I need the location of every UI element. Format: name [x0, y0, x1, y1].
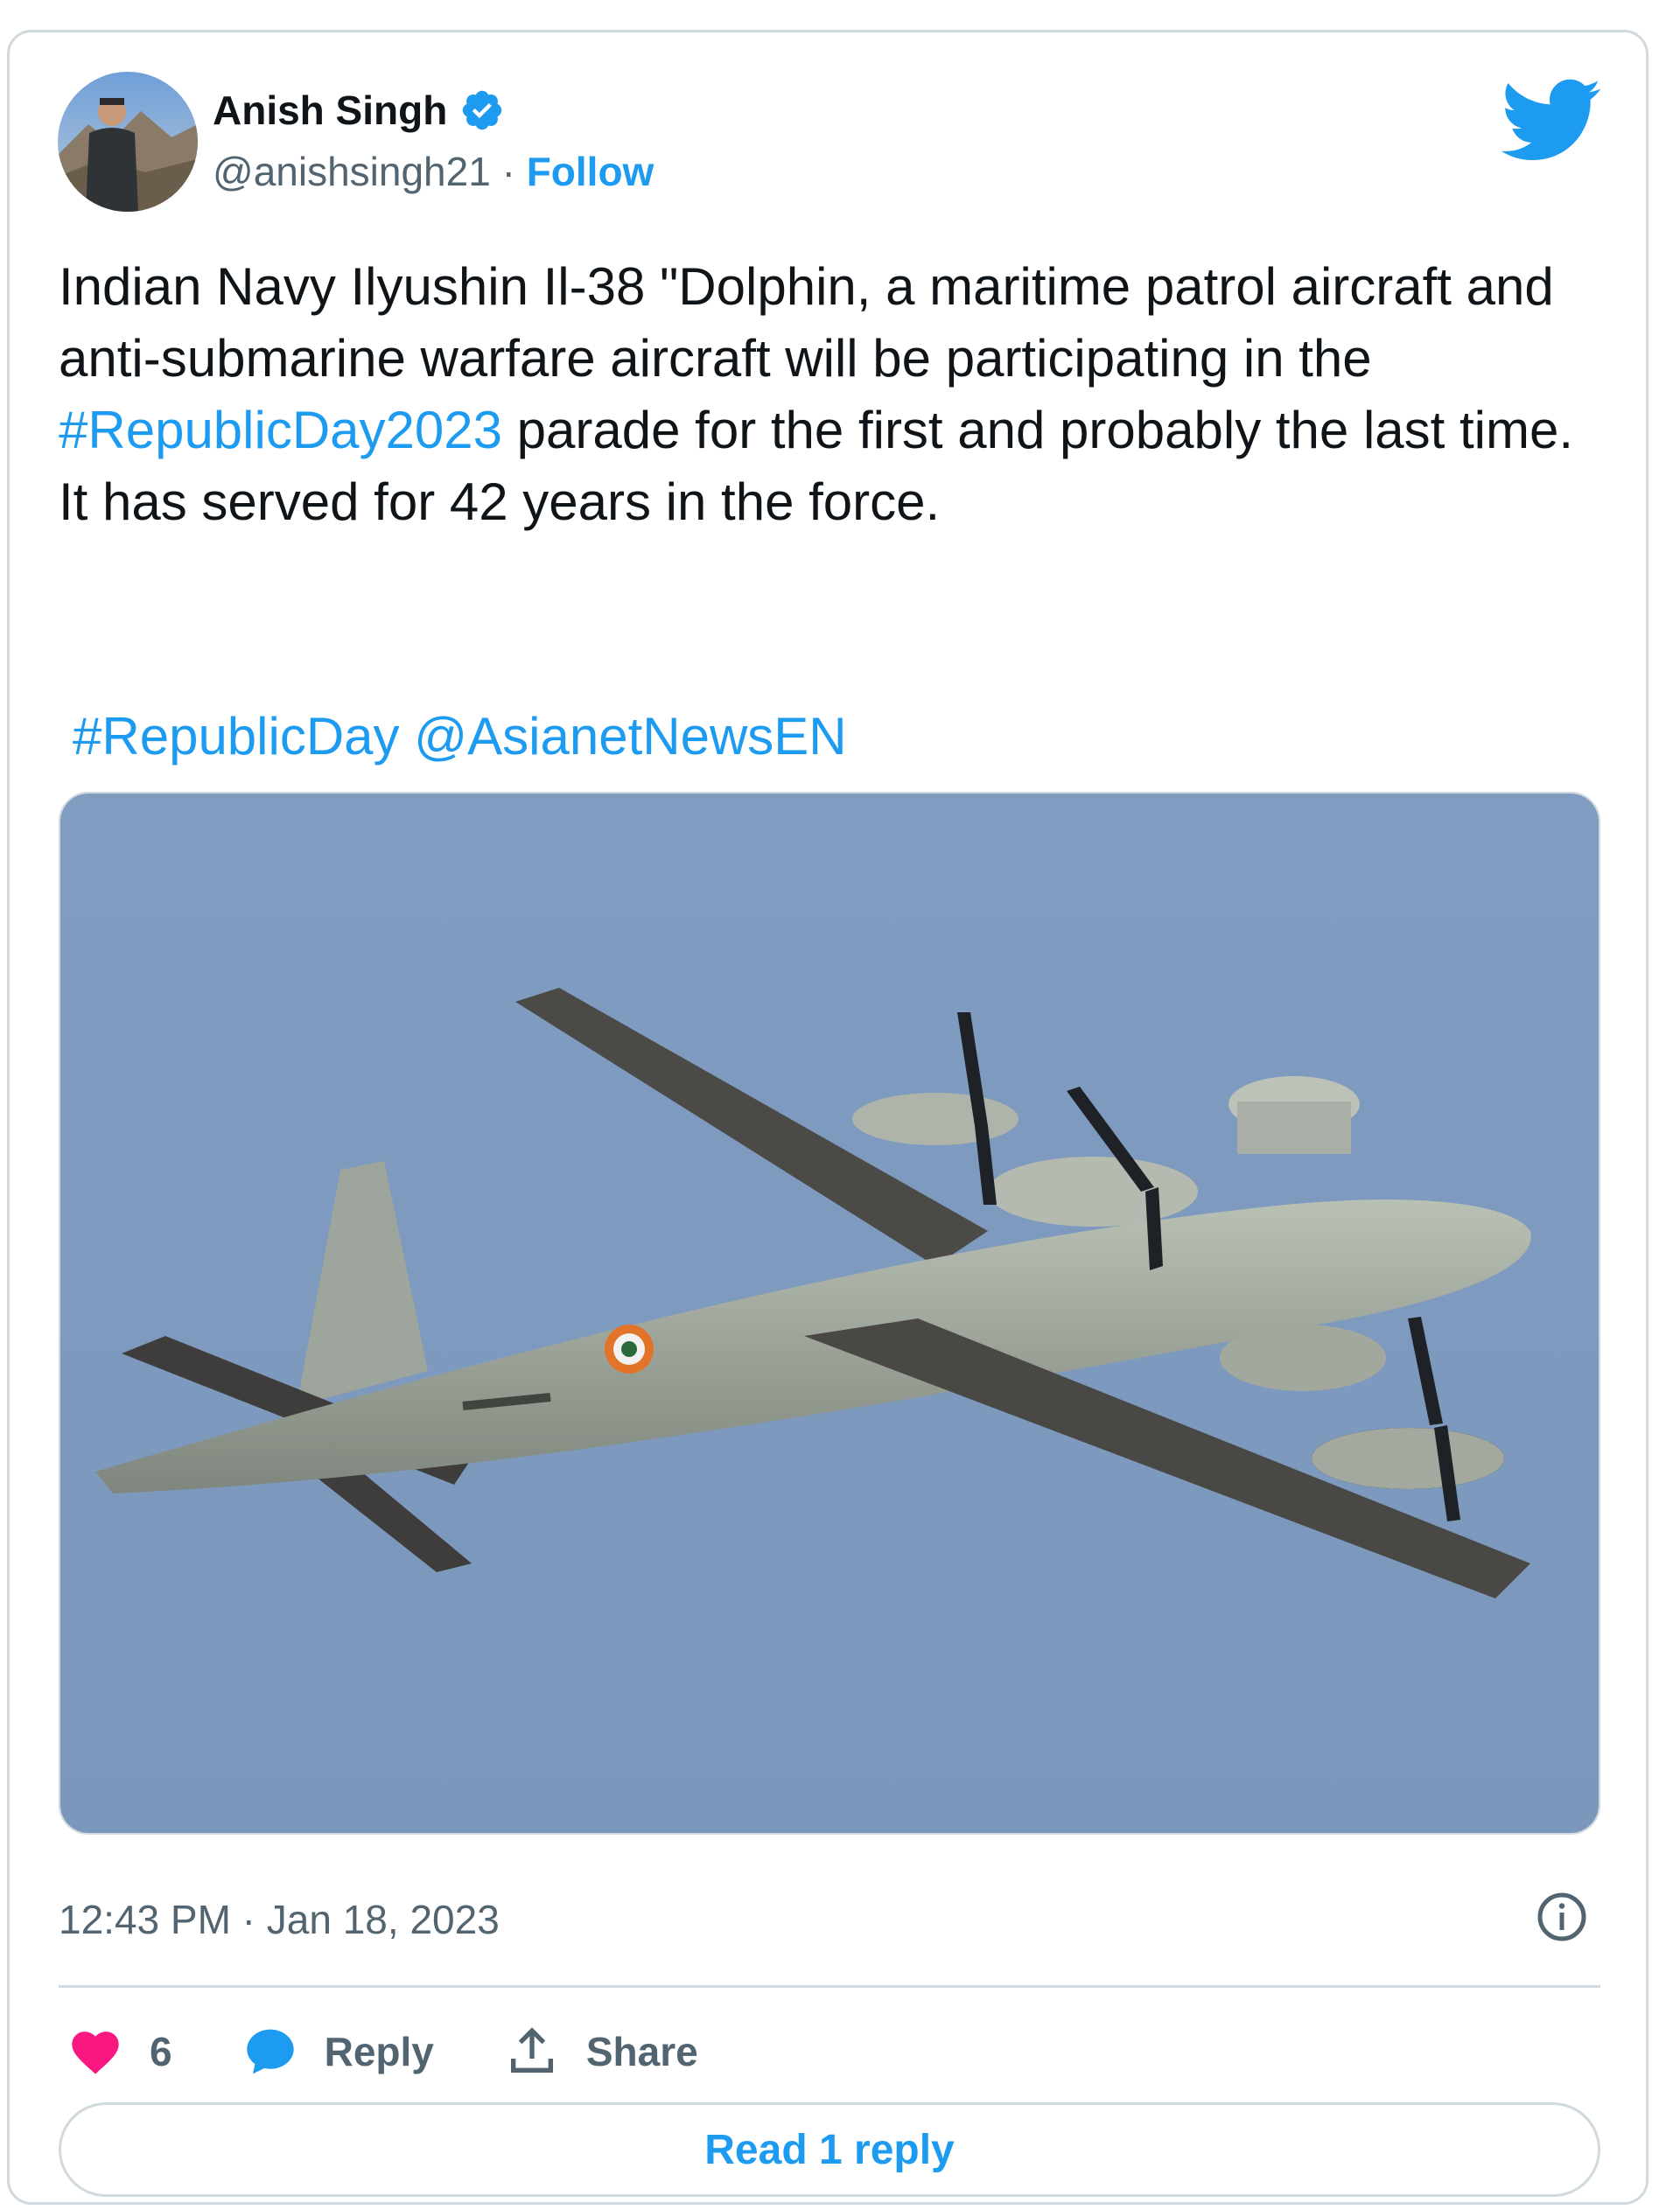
author-name[interactable]: Anish Singh — [213, 87, 447, 134]
tweet-tags: #RepublicDay @AsianetNewsEN — [73, 706, 847, 766]
reply-label: Reply — [324, 2029, 434, 2074]
share-upload-icon — [510, 2027, 553, 2073]
reply-button[interactable]: Reply — [242, 2024, 434, 2080]
avatar[interactable] — [58, 72, 198, 212]
like-button[interactable]: 6 — [67, 2024, 172, 2080]
heart-icon — [72, 2032, 119, 2074]
twitter-bird-icon[interactable] — [1497, 76, 1602, 164]
share-label: Share — [585, 2029, 698, 2074]
tweet-text-part1: Indian Navy Ilyushin Il-38 "Dolphin, a m… — [59, 257, 1554, 388]
follow-link[interactable]: Follow — [527, 149, 654, 194]
verified-badge-icon — [463, 90, 502, 130]
tweet-media-image[interactable] — [59, 792, 1600, 1835]
info-icon[interactable] — [1536, 1891, 1588, 1943]
avatar-image — [58, 72, 198, 212]
author-name-row: Anish Singh — [213, 87, 505, 134]
read-replies-button[interactable]: Read 1 reply — [59, 2102, 1600, 2197]
handle-row: @anishsingh21 · Follow — [213, 148, 654, 195]
mention-link[interactable]: @AsianetNewsEN — [414, 707, 846, 766]
tweet-text: Indian Navy Ilyushin Il-38 "Dolphin, a m… — [59, 251, 1616, 538]
separator-dot: · — [501, 149, 515, 194]
hashtag-republicday-link[interactable]: #RepublicDay — [73, 707, 400, 766]
action-bar: 6 Reply Share — [67, 2017, 768, 2087]
aircraft-photo — [60, 794, 1599, 1833]
tweet-card: Anish Singh @anishsingh21 · Follow India… — [7, 30, 1648, 2205]
speech-bubble-icon — [246, 2029, 294, 2074]
hashtag-link[interactable]: #RepublicDay2023 — [59, 401, 502, 459]
read-replies-label: Read 1 reply — [704, 2126, 955, 2173]
timestamp[interactable]: 12:43 PM · Jan 18, 2023 — [59, 1896, 500, 1943]
like-count: 6 — [150, 2029, 172, 2074]
author-handle[interactable]: @anishsingh21 — [213, 149, 491, 194]
divider — [59, 1985, 1600, 1988]
share-button[interactable]: Share — [504, 2024, 698, 2080]
